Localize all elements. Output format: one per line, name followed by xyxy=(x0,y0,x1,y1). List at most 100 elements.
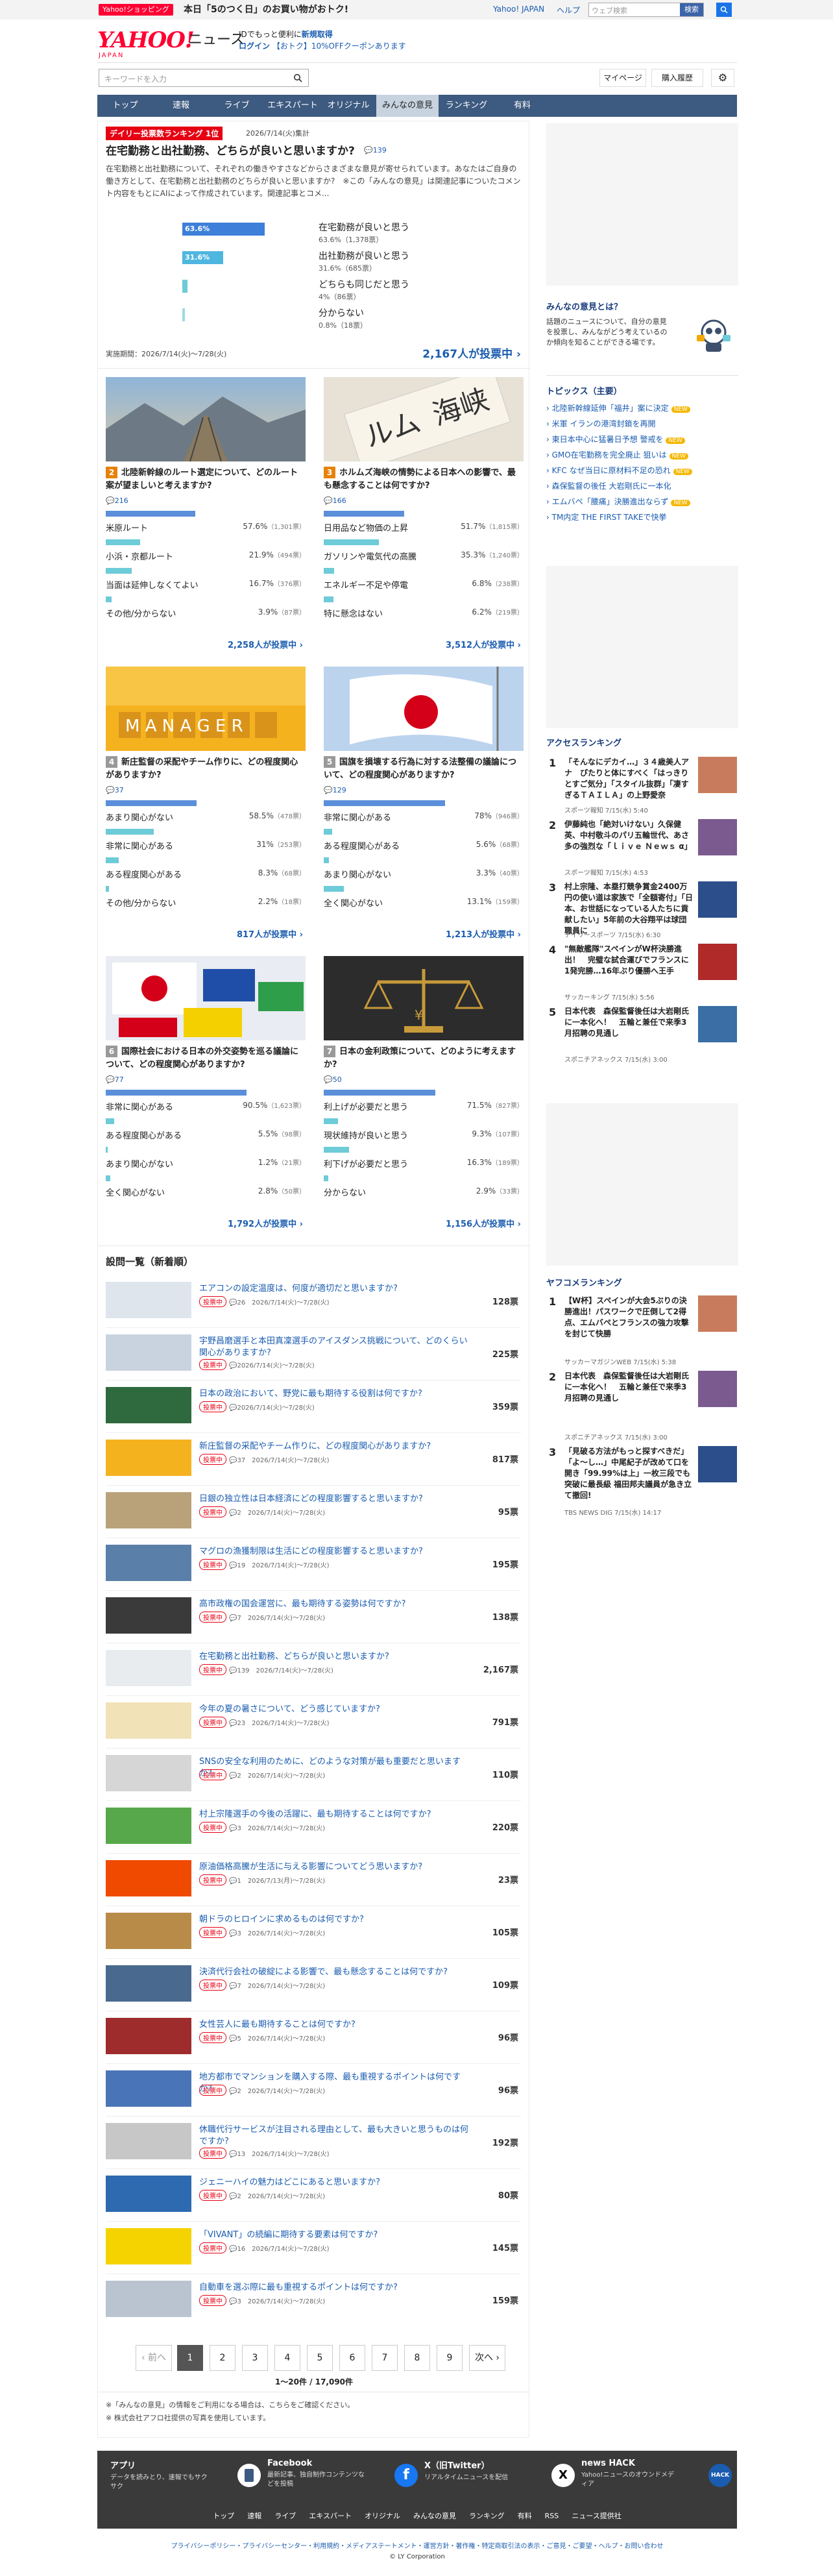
question-card[interactable]: M A N A G E R 4 新庄監督の采配やチーム作りに、どの程度関心があります… xyxy=(106,667,306,946)
pager-prev[interactable]: ‹ 前へ xyxy=(136,2345,172,2371)
list-item[interactable]: 日本の政治において、野党に最も期待する役割は何ですか? 投票中 💬2026/7/14… xyxy=(106,1382,521,1433)
ranking-title[interactable]: 「見破る方法がもっと探すべきだ」「よ〜し…」中尾紀子が改めて口を開き「99.99… xyxy=(564,1446,694,1501)
ranking-title[interactable]: 村上宗隆、本塁打競争賞金2400万円の使い道は家族で「全額寄付」「日本、お世話に… xyxy=(564,881,694,937)
footer-app[interactable]: アプリ データを読みとり、速報でもサクサク xyxy=(110,2459,266,2504)
ranking-item[interactable]: 3 村上宗隆、本塁打競争賞金2400万円の使い道は家族で「全額寄付」「日本、お世話… xyxy=(546,881,738,940)
list-item[interactable]: 村上宗隆選手の今後の活躍に、最も期待することは何ですか? 投票中 💬3 2026/7… xyxy=(106,1802,521,1854)
list-item[interactable]: SNSの安全な利用のために、どのような対策が最も重要だと思いますか? 投票中 💬2 … xyxy=(106,1750,521,1801)
footer-nav-item[interactable]: オリジナル xyxy=(365,2512,400,2520)
list-item[interactable]: 今年の夏の暑さについて、どう感じていますか? 投票中 💬23 2026/7/14(火… xyxy=(106,1697,521,1748)
list-item-title[interactable]: エアコンの設定温度は、何度が適切だと思いますか? xyxy=(199,1283,472,1295)
list-item-thumbnail[interactable] xyxy=(106,2228,191,2264)
lead-question-title[interactable]: 在宅勤務と出社勤務、どちらが良いと思いますか? xyxy=(106,143,355,159)
list-item[interactable]: 自動車を選ぶ際に最も重視するポイントは何ですか? 投票中 💬3 2026/7/14(… xyxy=(106,2275,521,2324)
shopping-badge[interactable]: Yahoo!ショッピング xyxy=(99,4,173,16)
list-item[interactable]: 新庄監督の采配やチーム作りに、どの程度関心がありますか? 投票中 💬37 2026/… xyxy=(106,1434,521,1486)
list-item-thumbnail[interactable] xyxy=(106,1965,191,2002)
ranking-thumbnail[interactable] xyxy=(698,1446,737,1482)
list-item-thumbnail[interactable] xyxy=(106,1650,191,1686)
pager-page[interactable]: 4 xyxy=(274,2345,300,2371)
question-card-title[interactable]: 4 新庄監督の采配やチーム作りに、どの程度関心がありますか? xyxy=(106,756,306,782)
question-card[interactable]: 2 北陸新幹線のルート選定について、どのルート案が望ましいと考えますか? 💬216 米… xyxy=(106,377,306,656)
list-item[interactable]: マグロの漁獲制限は生活にどの程度影響すると思いますか? 投票中 💬19 2026/7… xyxy=(106,1539,521,1591)
list-item-title[interactable]: 日本の政治において、野党に最も期待する役割は何ですか? xyxy=(199,1388,472,1400)
ranking-title[interactable]: 【W杯】スペインが大会5ぶりの決勝進出！パスワークで圧倒して2得点、エムバペとフ… xyxy=(564,1295,694,1340)
topic-item[interactable]: › TM内定 THE FIRST TAKEで快挙 xyxy=(546,511,734,522)
footer-newshack[interactable]: news HACK Yahoo!ニュースのオウンドメディア HACK xyxy=(581,2459,737,2504)
list-item[interactable]: ジェニーハイの魅力はどこにあると思いますか? 投票中 💬2 2026/7/14(火)… xyxy=(106,2170,521,2222)
list-item-title[interactable]: ジェニーハイの魅力はどこにあると思いますか? xyxy=(199,2177,472,2189)
comment-count[interactable]: 💬216 xyxy=(106,497,128,505)
list-item-title[interactable]: 新庄監督の采配やチーム作りに、どの程度関心がありますか? xyxy=(199,1441,472,1453)
list-item-title[interactable]: 原油価格高騰が生活に与える影響についてどう思いますか? xyxy=(199,1861,472,1873)
ranking-thumbnail[interactable] xyxy=(698,757,737,793)
question-card-vote-link[interactable]: 1,792人が投票中 › xyxy=(228,1217,303,1229)
pager-page[interactable]: 6 xyxy=(339,2345,365,2371)
lead-comment-count[interactable]: 💬139 xyxy=(364,146,387,154)
nav-ranking[interactable]: ランキング xyxy=(439,95,494,117)
question-card-vote-link[interactable]: 2,258人が投票中 › xyxy=(228,638,303,650)
list-item[interactable]: 原油価格高騰が生活に与える影響についてどう思いますか? 投票中 💬1 2026/7/… xyxy=(106,1855,521,1906)
list-item-thumbnail[interactable] xyxy=(106,1282,191,1318)
lead-option[interactable]: 63.6% 在宅勤務が良いと思う 63.6%（1,378票） xyxy=(182,221,546,249)
topic-item[interactable]: › KFC なぜ当日に原材料不足の恐れ NEW xyxy=(546,465,734,476)
question-card-vote-link[interactable]: 817人が投票中 › xyxy=(237,927,303,940)
question-card-image[interactable] xyxy=(106,377,306,461)
ranking-title[interactable]: 「そんなにデカイ…」３４歳美人アナ ぴたりと体にすべく「はっきりとすご気分」「ス… xyxy=(564,757,694,801)
lead-option[interactable]: 分からない 0.8%（18票） xyxy=(182,307,546,334)
ranking-item[interactable]: 3 「見破る方法がもっと探すべきだ」「よ〜し…」中尾紀子が改めて口を開き「99.9… xyxy=(546,1446,738,1517)
footer-x[interactable]: X（旧Twitter） リアルタイムニュースを配信 X xyxy=(424,2459,580,2504)
nav-expert[interactable]: エキスパート xyxy=(265,95,320,117)
list-item-thumbnail[interactable] xyxy=(106,1492,191,1528)
gear-icon[interactable]: ⚙ xyxy=(711,69,734,87)
lead-vote-link[interactable]: 2,167人が投票中 › xyxy=(422,345,521,361)
list-item-title[interactable]: 在宅勤務と出社勤務、どちらが良いと思いますか? xyxy=(199,1651,472,1663)
list-item[interactable]: 「VIVANT」の続編に期待する要素は何ですか? 投票中 💬16 2026/7/14… xyxy=(106,2223,521,2274)
search-icon[interactable] xyxy=(716,3,732,17)
list-item-title[interactable]: 「VIVANT」の続編に期待する要素は何ですか? xyxy=(199,2229,472,2241)
help-link[interactable]: ヘルプ xyxy=(557,5,580,16)
ranking-item[interactable]: 2 伊藤純也「絶対いけない」久保健英、中村敬斗のパリ五輪世代、あさ多の強烈な「ｌｉ… xyxy=(546,819,738,877)
web-search-button[interactable]: 検索 xyxy=(680,3,703,16)
question-card[interactable]: ルム 海峡 3 ホルムズ海峡の情勢による日本への影響で、最も懸念することは何ですか? 💬… xyxy=(324,377,524,656)
question-card-title[interactable]: 3 ホルムズ海峡の情勢による日本への影響で、最も懸念することは何ですか? xyxy=(324,467,524,493)
footer-nav-item[interactable]: RSS xyxy=(545,2512,559,2520)
ranking-item[interactable]: 5 日本代表 森保監督後任は大岩剛氏に一本化へ！ 五輪と兼任で来季3月招聘の見通し… xyxy=(546,1006,738,1064)
nav-opinions[interactable]: みんなの意見 xyxy=(376,95,439,117)
pager-page[interactable]: 3 xyxy=(242,2345,268,2371)
question-card-vote-link[interactable]: 1,156人が投票中 › xyxy=(446,1217,521,1229)
footer-facebook[interactable]: Facebook 最新記事、独自制作コンテンツなどを投稿 f xyxy=(267,2459,423,2504)
footer-nav-item[interactable]: トップ xyxy=(213,2512,234,2520)
pager-page[interactable]: 1 xyxy=(177,2345,203,2371)
ranking-thumbnail[interactable] xyxy=(698,881,737,918)
list-item[interactable]: 地方都市でマンションを購入する際、最も重視するポイントは何ですか? 投票中 💬2 2… xyxy=(106,2065,521,2116)
footer-nav-item[interactable]: みんなの意見 xyxy=(413,2512,456,2520)
question-card-image[interactable]: ¥ xyxy=(324,956,524,1040)
question-card[interactable]: ¥7 日本の金利政策について、どのように考えますか? 💬50 利上げが必要だと思う 71… xyxy=(324,956,524,1235)
promo-text[interactable]: 本日「5のつく日」のお買い物がおトク! xyxy=(184,3,348,16)
lead-option[interactable]: どちらも同じだと思う 4%（86票） xyxy=(182,278,546,306)
ranking-thumbnail[interactable] xyxy=(698,1006,737,1042)
list-item[interactable]: 休職代行サービスが注目される理由として、最も大きいと思うものは何ですか? 投票中 💬… xyxy=(106,2118,521,2169)
list-item-title[interactable]: 日銀の独立性は日本経済にどの程度影響すると思いますか? xyxy=(199,1493,472,1505)
list-item-title[interactable]: 自動車を選ぶ際に最も重視するポイントは何ですか? xyxy=(199,2282,472,2294)
coupon-link[interactable]: 【おトク】10%OFFクーポンあります xyxy=(272,42,406,51)
list-item-title[interactable]: 休職代行サービスが注目される理由として、最も大きいと思うものは何ですか? xyxy=(199,2124,472,2148)
list-item-title[interactable]: 高市政権の国会運営に、最も期待する姿勢は何ですか? xyxy=(199,1599,472,1610)
list-item-thumbnail[interactable] xyxy=(106,1860,191,1896)
list-item[interactable]: 日銀の独立性は日本経済にどの程度影響すると思いますか? 投票中 💬2 2026/7/… xyxy=(106,1487,521,1538)
list-item-thumbnail[interactable] xyxy=(106,2281,191,2317)
ranking-title[interactable]: 日本代表 森保監督後任は大岩剛氏に一本化へ！ 五輪と兼任で来季3月招聘の見通し xyxy=(564,1006,694,1039)
yahoo-japan-link[interactable]: Yahoo! JAPAN xyxy=(493,5,544,14)
ranking-thumbnail[interactable] xyxy=(698,944,737,980)
list-item-thumbnail[interactable] xyxy=(106,1334,191,1371)
login-link[interactable]: ログイン xyxy=(239,42,270,51)
topic-item[interactable]: › エムバペ「腰痛」決勝進出ならず NEW xyxy=(546,496,734,507)
question-card-vote-link[interactable]: 1,213人が投票中 › xyxy=(446,927,521,940)
topic-item[interactable]: › 北陸新幹線延伸「福井」案に決定 NEW xyxy=(546,402,734,413)
list-item-thumbnail[interactable] xyxy=(106,1545,191,1581)
list-item-thumbnail[interactable] xyxy=(106,2176,191,2212)
comment-count[interactable]: 💬50 xyxy=(324,1075,342,1084)
list-item-thumbnail[interactable] xyxy=(106,1440,191,1476)
list-item[interactable]: 決済代行会社の破綻による影響で、最も懸念することは何ですか? 投票中 💬7 2026… xyxy=(106,1960,521,2011)
